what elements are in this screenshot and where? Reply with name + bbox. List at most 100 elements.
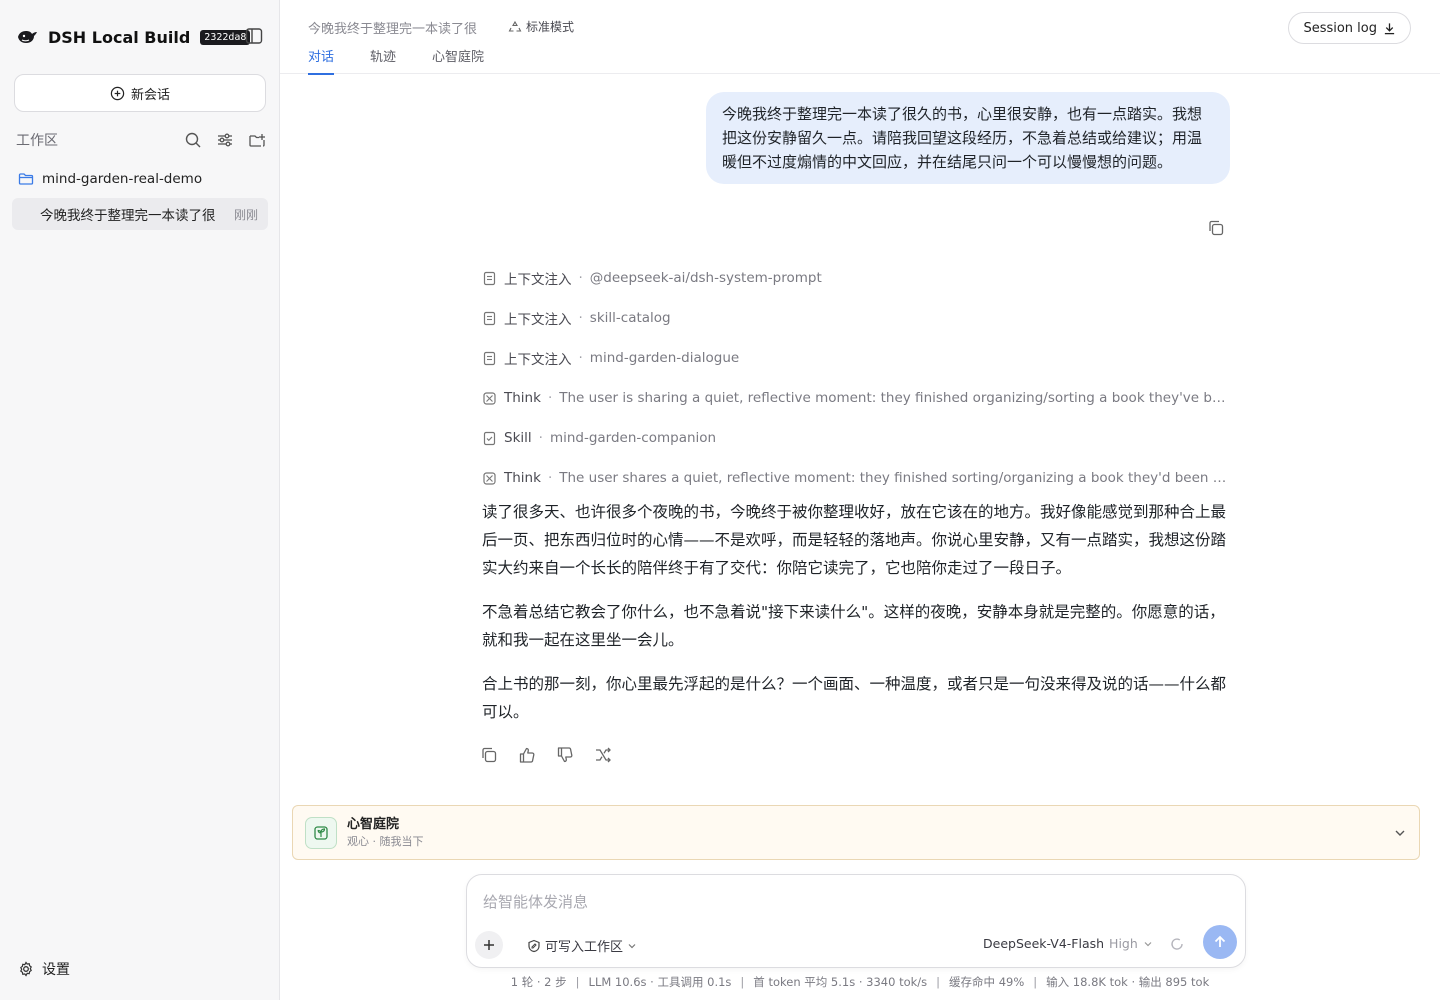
workspace-title: 工作区 xyxy=(16,133,58,149)
assistant-paragraph: 不急着总结它教会了你什么，也不急着说"接下来读什么"。这样的夜晚，安静本身就是完… xyxy=(482,603,1225,649)
trace-separator: · xyxy=(578,310,583,326)
folder-icon xyxy=(18,173,34,185)
trace-kind: 上下文注入 xyxy=(504,272,572,288)
sidebar: DSH Local Build 2322da8 新会话 工作区 mind-gar… xyxy=(0,0,280,1000)
trace-kind: 上下文注入 xyxy=(504,312,572,328)
trace-kind: Think xyxy=(504,470,541,486)
download-icon xyxy=(1384,22,1395,34)
mind-garden-subtitle: 观心 · 随我当下 xyxy=(347,834,424,848)
sidebar-toggle-icon[interactable] xyxy=(244,26,264,46)
trace-item[interactable]: 上下文注入 · @deepseek-ai/dsh-system-prompt xyxy=(482,258,1230,298)
trace-separator: · xyxy=(547,390,553,406)
model-name: DeepSeek-V4-Flash xyxy=(983,936,1105,951)
trace-separator: · xyxy=(578,350,583,366)
branch-icon[interactable] xyxy=(594,746,612,764)
workspace-permission-select[interactable]: 可写入工作区 xyxy=(527,936,637,955)
stat-io: 输入 18.8K tok · 输出 895 tok xyxy=(1046,975,1210,989)
trace-kind: 上下文注入 xyxy=(504,352,572,368)
trace-detail: The user shares a quiet, reflective mome… xyxy=(559,470,1230,486)
new-chat-button[interactable]: 新会话 xyxy=(14,74,266,112)
attach-button[interactable] xyxy=(475,931,503,959)
conversation-header: 今晚我终于整理完一本读了很 标准模式 对话 轨迹 心智庭院 Session lo… xyxy=(280,0,1440,75)
stat-cache: 缓存命中 49% xyxy=(949,975,1025,989)
trace-separator: · xyxy=(538,430,543,446)
settings-button[interactable]: 设置 xyxy=(18,958,70,980)
model-select[interactable]: DeepSeek-V4-Flash High xyxy=(983,936,1153,951)
gear-icon xyxy=(20,961,32,977)
document-icon xyxy=(483,351,496,365)
session-log-label: Session log xyxy=(1303,20,1377,36)
think-icon xyxy=(483,471,496,485)
filter-sliders-icon[interactable] xyxy=(216,131,234,149)
mode-label: 标准模式 xyxy=(526,20,575,34)
trace-detail: skill-catalog xyxy=(589,310,671,326)
trace-detail: The user is sharing a quiet, reflective … xyxy=(559,390,1230,406)
usage-stats: 1 轮 · 2 步 | LLM 10.6s · 工具调用 0.1s | 首 token … xyxy=(510,975,1210,989)
recycle-mode-icon xyxy=(508,20,522,32)
arrow-up-icon xyxy=(1214,935,1226,947)
copy-icon[interactable] xyxy=(480,746,498,764)
session-item[interactable]: 今晚我终于整理完一本读了很 刚刚 xyxy=(12,198,268,230)
skill-icon xyxy=(483,431,496,445)
trace-kind: Skill xyxy=(504,430,532,446)
trace-list: 上下文注入 · @deepseek-ai/dsh-system-prompt 上… xyxy=(482,258,1230,498)
trace-kind: Think xyxy=(504,390,541,406)
assistant-paragraph: 读了很多天、也许很多个夜晚的书，今晚终于被你整理收好，放在它该在的地方。我好像能… xyxy=(482,503,1227,577)
mode-badge[interactable]: 标准模式 xyxy=(508,18,574,35)
trace-detail: mind-garden-dialogue xyxy=(589,350,740,366)
plus-circle-icon xyxy=(110,86,125,100)
sprout-icon xyxy=(305,816,337,849)
trace-separator: · xyxy=(578,270,583,286)
message-input[interactable] xyxy=(483,891,1223,913)
brand: DSH Local Build 2322da8 xyxy=(16,22,251,52)
settings-label: 设置 xyxy=(42,962,70,978)
assistant-message: 读了很多天、也许很多个夜晚的书，今晚终于被你整理收好，放在它该在的地方。我好像能… xyxy=(482,498,1230,742)
message-actions xyxy=(480,746,612,764)
session-title: 今晚我终于整理完一本读了很 xyxy=(40,208,216,224)
trace-item[interactable]: Think · The user shares a quiet, reflect… xyxy=(482,458,1230,498)
assistant-paragraph: 合上书的那一刻，你心里最先浮起的是什么？一个画面、一种温度，或者只是一句没来得及… xyxy=(482,675,1227,721)
new-folder-icon[interactable] xyxy=(248,131,266,149)
trace-item[interactable]: 上下文注入 · skill-catalog xyxy=(482,298,1230,338)
chevron-down-icon[interactable] xyxy=(1393,826,1407,840)
stat-first-token: 首 token 平均 5.1s · 3340 tok/s xyxy=(753,975,928,989)
trace-item[interactable]: Think · The user is sharing a quiet, ref… xyxy=(482,378,1230,418)
session-log-button[interactable]: Session log xyxy=(1288,12,1411,44)
build-badge: 2322da8 xyxy=(200,29,251,45)
thumbs-down-icon[interactable] xyxy=(556,746,574,764)
user-message: 今晚我终于整理完一本读了很久的书，心里很安静，也有一点踏实。我想把这份安静留久一… xyxy=(706,92,1230,184)
send-button[interactable] xyxy=(1203,925,1237,959)
mind-garden-panel[interactable]: 心智庭院 观心 · 随我当下 xyxy=(292,805,1420,860)
think-icon xyxy=(483,391,496,405)
tab-bar: 对话 轨迹 心智庭院 xyxy=(308,46,484,75)
mind-garden-title: 心智庭院 xyxy=(347,816,400,832)
conversation-title: 今晚我终于整理完一本读了很 xyxy=(308,22,478,37)
trace-item[interactable]: Skill · mind-garden-companion xyxy=(482,418,1230,458)
workspace-folder[interactable]: mind-garden-real-demo xyxy=(18,168,202,190)
shield-edit-icon xyxy=(528,939,540,952)
trace-item[interactable]: 上下文注入 · mind-garden-dialogue xyxy=(482,338,1230,378)
whale-logo-icon xyxy=(18,31,37,43)
chevron-down-icon xyxy=(628,943,636,948)
trace-detail: @deepseek-ai/dsh-system-prompt xyxy=(589,270,822,286)
tab-trace[interactable]: 轨迹 xyxy=(370,46,396,75)
document-icon xyxy=(483,271,496,285)
document-icon xyxy=(483,311,496,325)
tab-mind-garden[interactable]: 心智庭院 xyxy=(432,46,484,75)
thumbs-up-icon[interactable] xyxy=(518,746,536,764)
app-name: DSH Local Build xyxy=(48,27,191,47)
tab-dialogue[interactable]: 对话 xyxy=(308,46,335,75)
composer: 可写入工作区 DeepSeek-V4-Flash High xyxy=(466,874,1246,968)
chevron-down-icon xyxy=(1144,941,1152,946)
search-icon[interactable] xyxy=(184,131,202,149)
stat-turns: 1 轮 · 2 步 xyxy=(510,975,567,989)
model-level: High xyxy=(1109,936,1138,951)
permission-label: 可写入工作区 xyxy=(545,940,624,955)
trace-separator: · xyxy=(547,470,553,486)
session-time: 刚刚 xyxy=(233,207,258,222)
copy-icon[interactable] xyxy=(1207,219,1225,237)
new-chat-label: 新会话 xyxy=(130,87,170,103)
workspace-header: 工作区 xyxy=(16,128,266,152)
stat-llm: LLM 10.6s · 工具调用 0.1s xyxy=(588,975,732,989)
folder-name: mind-garden-real-demo xyxy=(42,171,203,187)
